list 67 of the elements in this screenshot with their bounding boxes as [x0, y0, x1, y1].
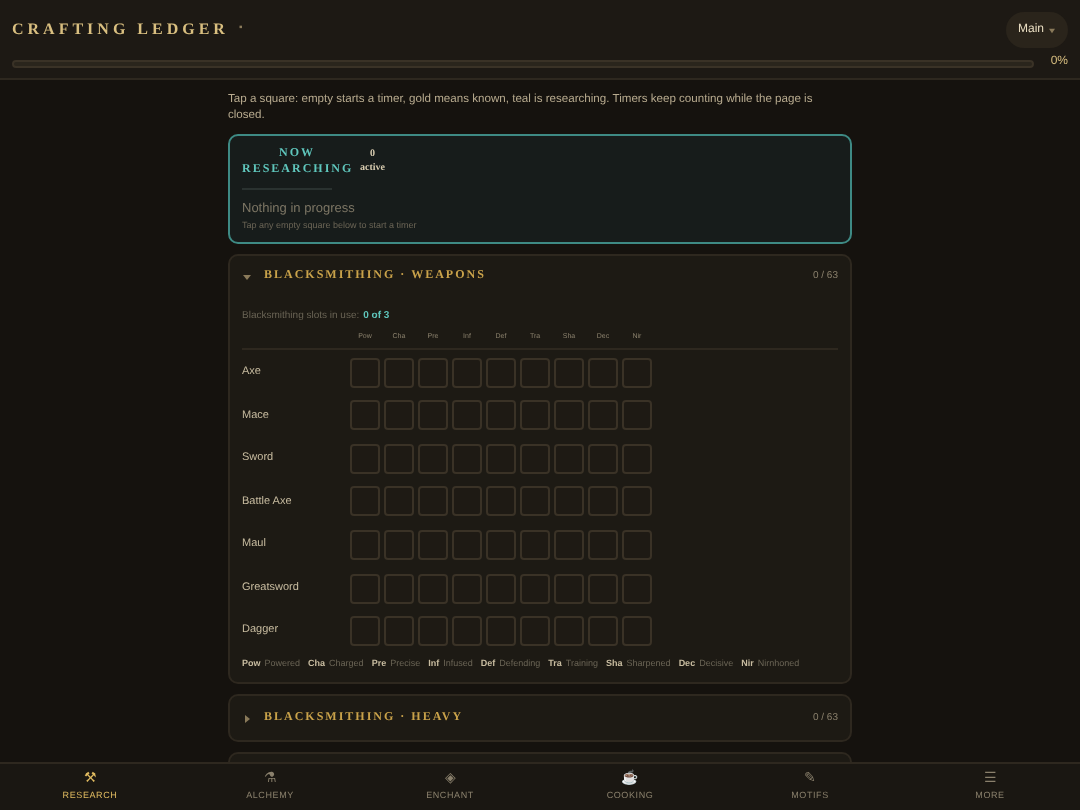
research-square[interactable] — [486, 443, 516, 474]
research-square[interactable] — [622, 486, 652, 517]
research-square[interactable] — [418, 573, 448, 604]
research-square[interactable] — [622, 529, 652, 560]
research-square[interactable] — [418, 529, 448, 560]
research-square[interactable] — [384, 616, 414, 647]
research-square[interactable] — [520, 400, 550, 431]
research-square[interactable] — [622, 357, 652, 388]
research-square[interactable] — [350, 486, 380, 517]
research-square[interactable] — [554, 443, 584, 474]
research-square[interactable] — [384, 443, 414, 474]
research-square[interactable] — [350, 400, 380, 431]
research-square[interactable] — [350, 357, 380, 388]
research-square[interactable] — [588, 573, 618, 604]
research-square[interactable] — [350, 529, 380, 560]
research-square[interactable] — [350, 443, 380, 474]
research-square[interactable] — [350, 616, 380, 647]
research-square[interactable] — [452, 400, 482, 431]
research-square[interactable] — [554, 486, 584, 517]
research-square[interactable] — [588, 529, 618, 560]
research-square[interactable] — [384, 573, 414, 604]
research-square[interactable] — [418, 616, 448, 647]
research-square[interactable] — [554, 573, 584, 604]
research-square[interactable] — [452, 357, 482, 388]
research-square[interactable] — [384, 529, 414, 560]
research-square[interactable] — [588, 400, 618, 431]
research-square[interactable] — [486, 573, 516, 604]
research-square[interactable] — [384, 357, 414, 388]
research-square[interactable] — [452, 443, 482, 474]
research-square[interactable] — [554, 529, 584, 560]
research-square[interactable] — [452, 573, 482, 604]
research-square[interactable] — [486, 529, 516, 560]
research-square[interactable] — [588, 486, 618, 517]
research-square[interactable] — [452, 529, 482, 560]
research-square[interactable] — [418, 486, 448, 517]
research-square[interactable] — [622, 616, 652, 647]
research-square[interactable] — [486, 616, 516, 647]
research-square[interactable] — [554, 357, 584, 388]
research-square[interactable] — [384, 486, 414, 517]
research-square[interactable] — [418, 357, 448, 388]
research-square[interactable] — [622, 400, 652, 431]
caret-icon — [1048, 27, 1056, 33]
research-square[interactable] — [520, 573, 550, 604]
research-square[interactable] — [520, 529, 550, 560]
research-square[interactable] — [622, 573, 652, 604]
research-square[interactable] — [486, 486, 516, 517]
research-square[interactable] — [520, 616, 550, 647]
caret-icon[interactable] — [242, 272, 252, 282]
research-square[interactable] — [622, 443, 652, 474]
research-square[interactable] — [418, 443, 448, 474]
research-square[interactable] — [452, 486, 482, 517]
research-square[interactable] — [588, 443, 618, 474]
research-square[interactable] — [350, 573, 380, 604]
research-square[interactable] — [418, 400, 448, 431]
research-square[interactable] — [588, 357, 618, 388]
research-square[interactable] — [520, 443, 550, 474]
research-square[interactable] — [588, 616, 618, 647]
research-square[interactable] — [520, 486, 550, 517]
research-square[interactable] — [452, 616, 482, 647]
app-title: CRAFTING LEDGER — [12, 18, 229, 42]
research-square[interactable] — [486, 400, 516, 431]
research-square[interactable] — [384, 400, 414, 431]
caret-icon[interactable] — [242, 713, 252, 724]
research-square[interactable] — [486, 357, 516, 388]
research-square[interactable] — [554, 400, 584, 431]
research-square[interactable] — [520, 357, 550, 388]
research-square[interactable] — [554, 616, 584, 647]
